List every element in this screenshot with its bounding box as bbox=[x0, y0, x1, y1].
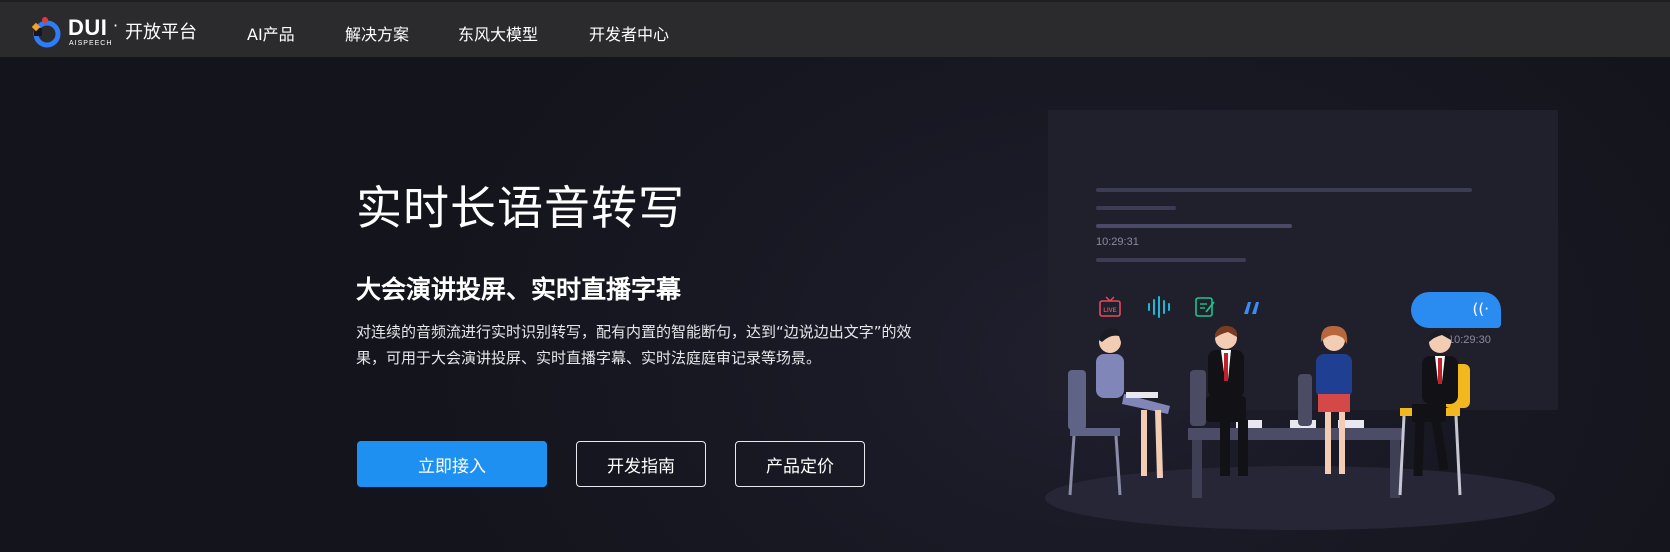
meeting-scene bbox=[1045, 325, 1555, 530]
brand-subtitle: AISPEECH bbox=[69, 40, 113, 47]
product-description: 对连续的音频流进行实时识别转写，配有内置的智能断句，达到“边说边出文字”的效果，… bbox=[356, 323, 912, 367]
live-badge-text: LIVE bbox=[1103, 308, 1116, 314]
brand-name[interactable]: DUI bbox=[68, 15, 107, 41]
access-now-button[interactable]: 立即接入 bbox=[357, 441, 547, 487]
nav-developer-center[interactable]: 开发者中心 bbox=[589, 21, 669, 45]
nav-ai-products[interactable]: AI产品 bbox=[247, 21, 295, 45]
quote-icon bbox=[1240, 296, 1262, 322]
transcript-line bbox=[1096, 188, 1472, 192]
nav-dongfeng-model[interactable]: 东风大模型 bbox=[458, 21, 538, 45]
page-title: 实时长语音转写 bbox=[356, 181, 685, 235]
dev-guide-button[interactable]: 开发指南 bbox=[576, 441, 706, 487]
notes-icon bbox=[1194, 296, 1216, 322]
page-subtitle: 大会演讲投屏、实时直播字幕 bbox=[356, 275, 682, 304]
live-tv-icon: LIVE bbox=[1098, 296, 1122, 322]
timestamp-1: 10:29:31 bbox=[1096, 236, 1139, 248]
platform-label[interactable]: 开放平台 bbox=[125, 18, 197, 44]
meeting-illustration: 10:29:31 LIVE ((· 10:29:30 bbox=[1040, 90, 1620, 530]
top-nav-bar: DUI AISPEECH · 开放平台 AI产品 解决方案 东风大模型 开发者中… bbox=[0, 0, 1670, 57]
voice-icon: ((· bbox=[1472, 300, 1489, 318]
nav-solutions[interactable]: 解决方案 bbox=[345, 21, 409, 45]
brand-separator: · bbox=[113, 16, 119, 35]
transcript-line bbox=[1096, 258, 1246, 262]
transcript-line bbox=[1096, 206, 1176, 210]
sound-wave-icon bbox=[1146, 296, 1172, 322]
transcript-line bbox=[1096, 224, 1292, 228]
aispeech-logo-icon[interactable] bbox=[30, 16, 62, 48]
pricing-button[interactable]: 产品定价 bbox=[735, 441, 865, 487]
